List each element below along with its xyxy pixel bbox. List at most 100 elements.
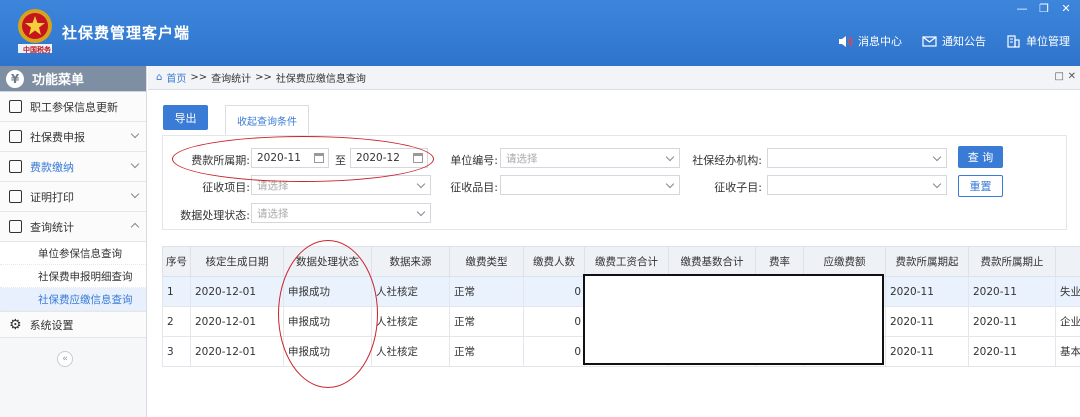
- column-header[interactable]: 数据来源: [371, 246, 450, 277]
- sidebar-item-print[interactable]: 证明打印: [0, 182, 146, 212]
- column-header[interactable]: 核定生成日期: [190, 246, 284, 277]
- sidebar-item-query[interactable]: 查询统计: [0, 212, 146, 242]
- mail-icon: [922, 35, 937, 47]
- reset-button[interactable]: 重置: [958, 175, 1003, 197]
- app-title: 社保费管理客户端: [62, 24, 191, 42]
- cell-index: 3: [162, 336, 191, 367]
- cell-count: 0: [523, 276, 585, 307]
- tab-collapse-filters[interactable]: 收起查询条件: [225, 105, 309, 135]
- window-controls: — ❐ ✕: [1016, 2, 1072, 15]
- period-from-value: 2020-11: [257, 152, 301, 164]
- sidebar-item-label: 社保费申报: [30, 130, 85, 144]
- query-button[interactable]: 查 询: [958, 146, 1003, 168]
- chevron-down-icon: [932, 152, 942, 162]
- status-placeholder: 请选择: [257, 207, 289, 220]
- close-icon[interactable]: ✕: [1060, 2, 1072, 15]
- cell-status: 申报成功: [283, 276, 372, 307]
- sidebar-item-label: 证明打印: [30, 190, 74, 204]
- building-icon: [1007, 34, 1020, 48]
- period-to-separator: 至: [335, 154, 346, 167]
- column-header[interactable]: 数据处理状态: [283, 246, 372, 277]
- cell-count: 0: [523, 306, 585, 337]
- column-header[interactable]: 缴费类型: [449, 246, 524, 277]
- cell-date: 2020-12-01: [190, 276, 284, 307]
- column-header[interactable]: 费款所属期止: [968, 246, 1056, 277]
- calendar-icon: [314, 153, 324, 163]
- breadcrumb-sep: >>: [255, 72, 272, 83]
- cell-period-end: 2020-11: [968, 306, 1056, 337]
- sidebar-subitem-declare-detail[interactable]: 社保费申报明细查询: [0, 265, 146, 288]
- category-label: 征收品目:: [450, 181, 498, 194]
- period-from-field[interactable]: 2020-11: [251, 148, 329, 168]
- menu-title: 功能菜单: [32, 73, 85, 88]
- breadcrumb-home[interactable]: 首页: [166, 70, 186, 85]
- close-tab-icon[interactable]: □: [1055, 71, 1064, 82]
- sidebar-item-payment[interactable]: 费款缴纳: [0, 152, 146, 182]
- item-placeholder: 请选择: [257, 179, 289, 192]
- column-header[interactable]: [1055, 246, 1080, 277]
- column-header[interactable]: 缴费基数合计: [668, 246, 756, 277]
- column-header[interactable]: 费款所属期起: [885, 246, 969, 277]
- cell-period-end: 2020-11: [968, 276, 1056, 307]
- category-select[interactable]: [500, 175, 680, 195]
- message-center-link[interactable]: 消息中心: [838, 33, 902, 49]
- unit-management-link[interactable]: 单位管理: [1006, 33, 1070, 49]
- column-header[interactable]: 应缴费额: [803, 246, 886, 277]
- cell-date: 2020-12-01: [190, 336, 284, 367]
- column-header[interactable]: 缴费工资合计: [584, 246, 669, 277]
- cell-item: 基本: [1055, 336, 1080, 367]
- breadcrumb-level2: 社保费应缴信息查询: [275, 74, 366, 85]
- chevron-down-icon: [416, 207, 426, 217]
- agency-label: 社保经办机构:: [692, 154, 762, 167]
- period-to-field[interactable]: 2020-12: [350, 148, 428, 168]
- breadcrumb-level1: 查询统计: [211, 74, 252, 85]
- subitem-select[interactable]: [767, 175, 947, 195]
- agency-select[interactable]: [767, 148, 947, 168]
- item-select[interactable]: 请选择: [251, 175, 431, 195]
- sidebar-subitem-payable-info[interactable]: 社保费应缴信息查询: [0, 288, 146, 311]
- item-label: 征收项目:: [202, 181, 250, 194]
- period-label: 费款所属期:: [191, 154, 250, 167]
- collapse-sidebar-button[interactable]: «: [57, 351, 73, 367]
- close-icon[interactable]: ✕: [1068, 71, 1076, 82]
- cell-period-start: 2020-11: [885, 306, 969, 337]
- column-header[interactable]: 缴费人数: [523, 246, 585, 277]
- chevron-down-icon: [130, 159, 140, 169]
- status-select[interactable]: 请选择: [251, 203, 431, 223]
- calendar-icon: [9, 130, 22, 143]
- redaction-box: [583, 274, 884, 365]
- restore-icon[interactable]: ❐: [1038, 2, 1050, 15]
- breadcrumb: ⌂ 首页 >> 查询统计 >> 社保费应缴信息查询 □ ✕: [148, 66, 1080, 90]
- chart-icon: [9, 220, 22, 233]
- sidebar-item-staff-info[interactable]: 职工参保信息更新: [0, 92, 146, 122]
- cell-source: 人社核定: [371, 306, 450, 337]
- cell-period-start: 2020-11: [885, 276, 969, 307]
- cell-type: 正常: [449, 276, 524, 307]
- chevron-down-icon: [130, 129, 140, 139]
- export-button[interactable]: 导出: [163, 105, 208, 130]
- sidebar-item-settings[interactable]: ⚙ 系统设置: [0, 312, 146, 338]
- cell-date: 2020-12-01: [190, 306, 284, 337]
- query-submenu: 单位参保信息查询 社保费申报明细查询 社保费应缴信息查询: [0, 242, 146, 312]
- period-to-value: 2020-12: [356, 152, 400, 164]
- cell-count: 0: [523, 336, 585, 367]
- chevron-up-icon: [130, 222, 140, 232]
- notice-label: 通知公告: [942, 35, 986, 48]
- sidebar-item-declare[interactable]: 社保费申报: [0, 122, 146, 152]
- minimize-icon[interactable]: —: [1016, 2, 1028, 15]
- cell-period-end: 2020-11: [968, 336, 1056, 367]
- column-header[interactable]: 序号: [162, 246, 191, 277]
- notice-link[interactable]: 通知公告: [922, 33, 986, 49]
- unit-code-select[interactable]: 请选择: [500, 148, 680, 168]
- status-label: 数据处理状态:: [180, 209, 250, 222]
- document-icon: [9, 190, 22, 203]
- cell-index: 2: [162, 306, 191, 337]
- speaker-icon: [839, 35, 853, 47]
- cell-item: 企业: [1055, 306, 1080, 337]
- column-header[interactable]: 费率: [755, 246, 804, 277]
- yen-icon: ¥: [6, 69, 24, 88]
- cell-index: 1: [162, 276, 191, 307]
- app-header: 中国税务 社保费管理客户端 — ❐ ✕ 消息中心 通知公告 单位管理: [0, 0, 1080, 66]
- sidebar-subitem-unit-info[interactable]: 单位参保信息查询: [0, 242, 146, 265]
- subitem-label: 征收子目:: [714, 181, 762, 194]
